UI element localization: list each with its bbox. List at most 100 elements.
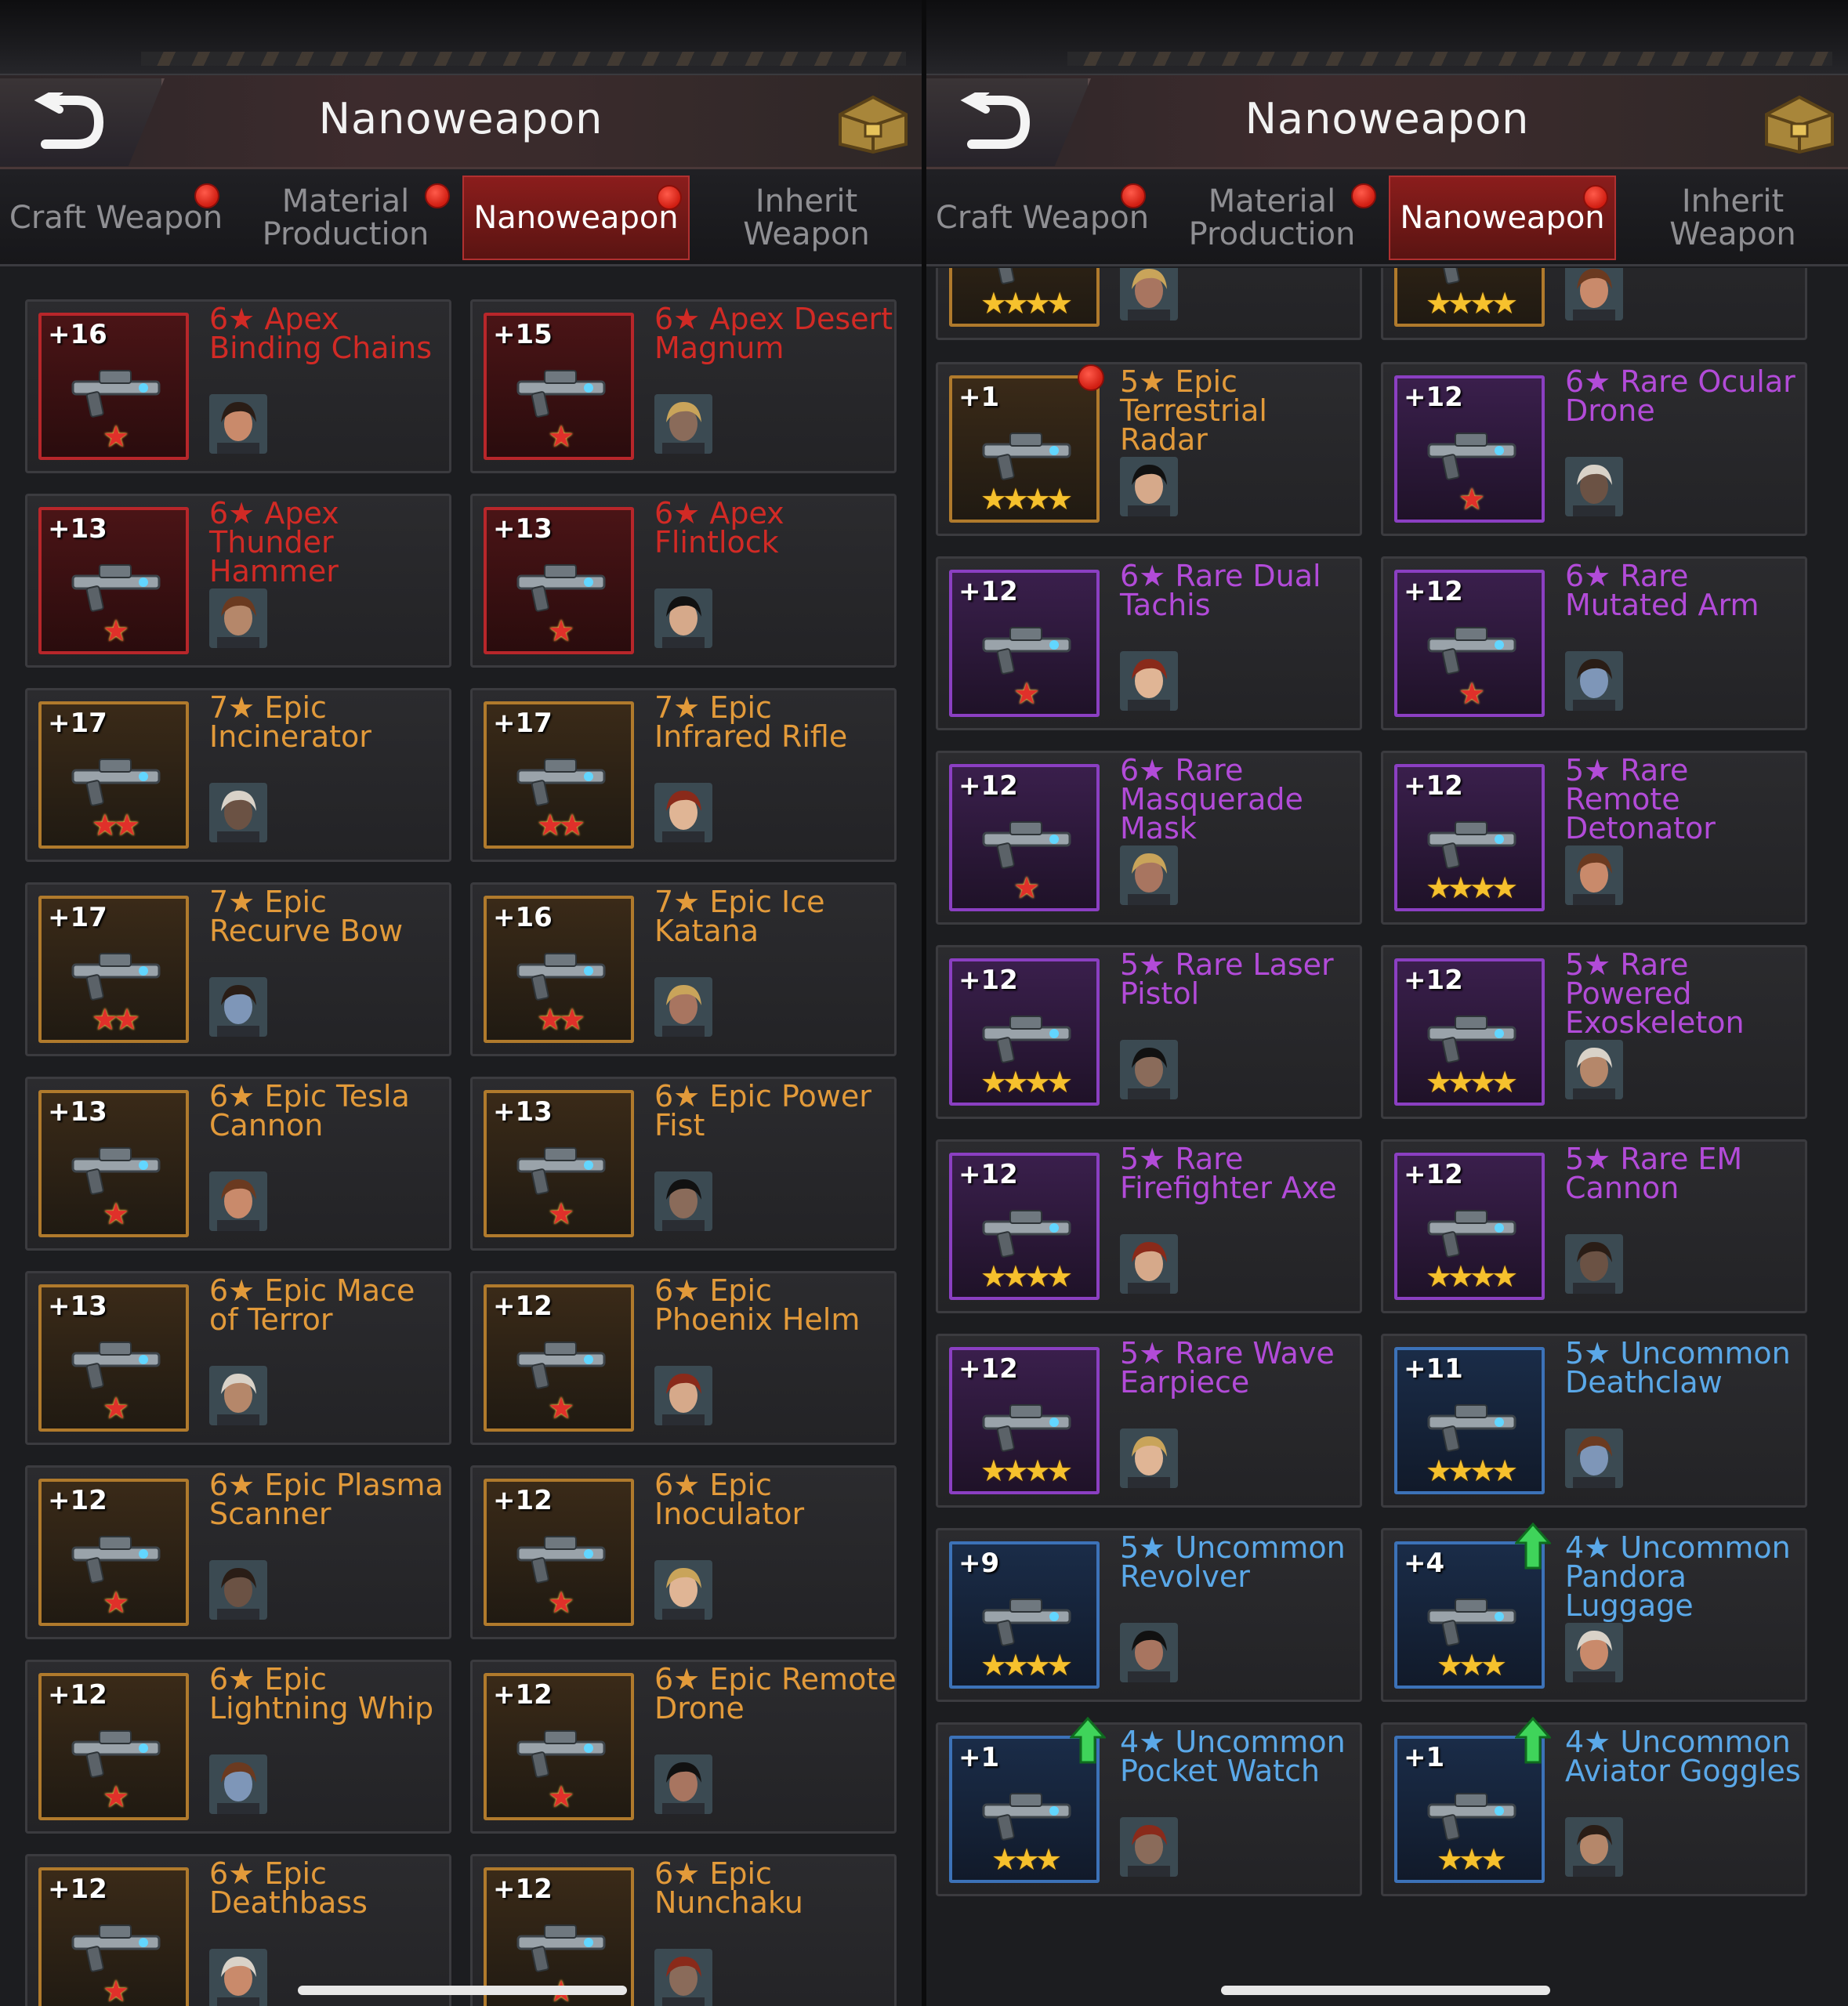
weapon-thumbnail[interactable]: +12 ★ [38,1867,189,2006]
weapon-card[interactable]: +13 ★ 6★ Epic Power Fist [470,1077,897,1251]
hero-avatar[interactable] [654,394,712,454]
hero-avatar[interactable] [1565,1428,1623,1488]
weapon-thumbnail[interactable]: +12 ★ [484,1479,634,1626]
weapon-card[interactable]: +12 ★ 6★ Epic Deathbass [25,1854,451,2006]
weapon-thumbnail[interactable]: +12 ★ [484,1673,634,1820]
weapon-thumbnail[interactable]: +9 ★★★★ [949,1541,1100,1689]
hero-avatar[interactable] [209,588,267,648]
weapon-card[interactable]: +12 ★★★★ 5★ Rare Laser Pistol [936,945,1362,1119]
weapon-card[interactable]: +12 ★ 6★ Epic Inoculator [470,1465,897,1639]
hero-avatar[interactable] [1565,1234,1623,1294]
weapon-card[interactable]: +12 ★ 6★ Rare Masquerade Mask [936,751,1362,925]
tab-craft-weapon[interactable]: Craft Weapon [933,176,1152,260]
weapon-card[interactable]: +12 ★ 6★ Epic Plasma Scanner [25,1465,451,1639]
hero-avatar[interactable] [1565,1623,1623,1682]
weapon-thumbnail[interactable]: +12 ★★★★ [949,1153,1100,1300]
weapon-card[interactable]: +15 ★ 6★ Apex Desert Magnum [470,299,897,473]
weapon-card[interactable]: +12 ★ 6★ Epic Lightning Whip [25,1660,451,1834]
hero-avatar[interactable] [654,1949,712,2006]
hero-avatar[interactable] [209,394,267,454]
weapon-card[interactable]: +12★6★ Epic Nunchaku [470,1854,897,2006]
weapon-thumbnail[interactable]: +17 ★★ [38,701,189,849]
weapon-thumbnail[interactable]: +13 ★ [38,1284,189,1432]
hero-avatar[interactable] [209,977,267,1037]
weapon-thumbnail[interactable]: +12 ★ [38,1673,189,1820]
weapon-card[interactable]: +12 ★ 6★ Rare Ocular Drone [1381,362,1807,536]
weapon-card[interactable]: +16 ★ 6★ Apex Binding Chains [25,299,451,473]
hero-avatar[interactable] [209,1949,267,2006]
weapon-thumbnail[interactable]: +12 ★★★★ [949,1347,1100,1494]
weapon-card[interactable]: +1 ★★★ 4★ Uncommon Pocket Watch [936,1716,1362,1896]
weapon-card[interactable]: +16 ★★ 7★ Epic Ice Katana [470,882,897,1056]
weapon-card[interactable]: +12 ★ 6★ Epic Phoenix Helm [470,1271,897,1445]
hero-avatar[interactable] [209,1366,267,1425]
weapon-card[interactable]: +12 ★ 6★ Epic Remote Drone [470,1660,897,1834]
hero-avatar[interactable] [1120,845,1178,905]
hero-avatar[interactable] [654,977,712,1037]
weapon-thumbnail[interactable]: +13 ★ [484,1090,634,1237]
hero-avatar[interactable] [1565,457,1623,516]
tab-nanoweapon[interactable]: Nanoweapon [1389,176,1616,260]
weapon-card[interactable]: +13 ★ 6★ Apex Thunder Hammer [25,494,451,668]
treasure-chest-icon[interactable] [1760,86,1839,154]
hero-avatar[interactable] [654,1560,712,1620]
hero-avatar[interactable] [1120,1234,1178,1294]
weapon-thumbnail[interactable]: +12 ★ [1394,375,1545,523]
weapon-card[interactable]: +13 ★ 6★ Apex Flintlock [470,494,897,668]
weapon-card[interactable]: +12 ★★★★ 5★ Rare Wave Earpiece [936,1334,1362,1508]
weapon-thumbnail[interactable]: +13 ★ [38,1090,189,1237]
weapon-card[interactable]: +12 ★★★★ 5★ Rare Remote Detonator [1381,751,1807,925]
weapon-thumbnail[interactable]: +13 ★ [38,507,189,654]
weapon-card[interactable]: +13 ★ 6★ Epic Mace of Terror [25,1271,451,1445]
hero-avatar[interactable] [209,1754,267,1814]
hero-avatar[interactable] [654,1754,712,1814]
hero-avatar[interactable] [209,1560,267,1620]
hero-avatar[interactable] [1565,1040,1623,1099]
hero-avatar[interactable] [1565,651,1623,711]
hero-avatar[interactable] [1120,268,1178,320]
weapon-thumbnail[interactable]: +12 ★ [1394,570,1545,717]
weapon-card[interactable]: +17 ★★ 7★ Epic Infrared Rifle [470,688,897,862]
weapon-card[interactable]: +1 ★★★★ 5★ Epic Terrestrial Radar [936,362,1362,536]
weapon-card[interactable]: +13 ★ 6★ Epic Tesla Cannon [25,1077,451,1251]
tab-craft-weapon[interactable]: Craft Weapon [6,176,226,260]
tab-material-production[interactable]: Material Production [235,176,456,260]
weapon-thumbnail[interactable]: +12 ★★★★ [1394,1153,1545,1300]
weapon-card[interactable]: +4 ★★★ 4★ Uncommon Pandora Luggage [1381,1522,1807,1702]
weapon-thumbnail[interactable]: +12 ★ [484,1284,634,1432]
weapon-thumbnail[interactable]: +12 ★ [949,764,1100,911]
hero-avatar[interactable] [1565,1817,1623,1877]
weapon-card[interactable]: +12 ★★★★ 5★ Rare Powered Exoskeleton [1381,945,1807,1119]
weapon-thumbnail[interactable]: +17 ★★ [38,896,189,1043]
tab-nanoweapon[interactable]: Nanoweapon [462,176,690,260]
tab-inherit-weapon[interactable]: Inherit Weapon [1622,176,1843,260]
tab-material-production[interactable]: Material Production [1161,176,1382,260]
weapon-card[interactable]: +17 ★★ 7★ Epic Recurve Bow [25,882,451,1056]
weapon-list[interactable]: +16 ★ 6★ Apex Binding Chains +15 ★ 6★ Apex D… [0,268,922,2006]
hero-avatar[interactable] [1120,1428,1178,1488]
hero-avatar[interactable] [209,1171,267,1231]
hero-avatar[interactable] [1120,1040,1178,1099]
weapon-card[interactable]: +12 ★★★★ 5★ Rare Firefighter Axe [936,1139,1362,1313]
weapon-list[interactable]: ★★★★Helm ★★★★Inoculator +1★★★★5★ Epic Te… [926,268,1848,2006]
hero-avatar[interactable] [1565,845,1623,905]
hero-avatar[interactable] [654,588,712,648]
hero-avatar[interactable] [654,783,712,842]
hero-avatar[interactable] [209,783,267,842]
weapon-card[interactable]: +12 ★ 6★ Rare Mutated Arm [1381,556,1807,730]
weapon-thumbnail[interactable]: +11 ★★★★ [1394,1347,1545,1494]
weapon-thumbnail[interactable]: +12 ★★★★ [1394,958,1545,1106]
weapon-thumbnail[interactable]: ★★★★ [1394,268,1545,327]
tab-inherit-weapon[interactable]: Inherit Weapon [696,176,917,260]
hero-avatar[interactable] [1120,1623,1178,1682]
weapon-card[interactable]: +9 ★★★★ 5★ Uncommon Revolver [936,1528,1362,1702]
weapon-thumbnail[interactable]: +12 ★★★★ [949,958,1100,1106]
weapon-card[interactable]: +12 ★★★★ 5★ Rare EM Cannon [1381,1139,1807,1313]
weapon-card[interactable]: ★★★★Helm [936,268,1362,340]
hero-avatar[interactable] [1120,651,1178,711]
weapon-thumbnail[interactable]: +15 ★ [484,313,634,460]
weapon-card[interactable]: ★★★★Inoculator [1381,268,1807,340]
weapon-thumbnail[interactable]: +12 ★ [38,1479,189,1626]
weapon-thumbnail[interactable]: +12 ★★★★ [1394,764,1545,911]
weapon-thumbnail[interactable]: +17 ★★ [484,701,634,849]
